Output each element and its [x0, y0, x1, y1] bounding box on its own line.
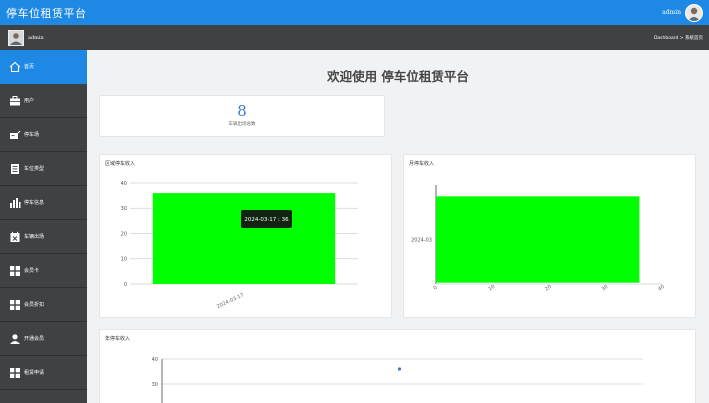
- sidebar-item-home[interactable]: 首页: [0, 50, 87, 84]
- x-tick-label: 20: [544, 284, 553, 293]
- stat-card: 8 车辆出场总数: [99, 95, 385, 137]
- grid-icon: [9, 299, 21, 311]
- grid-icon: [9, 265, 21, 277]
- year-income-chart: 30 40: [152, 357, 643, 403]
- y-tick-label: 30: [152, 382, 158, 388]
- sidebar-item-label: 会员卡: [24, 268, 40, 274]
- avatar-icon: [10, 32, 22, 45]
- page-title: 欢迎使用 停车位租赁平台: [327, 69, 469, 84]
- user-icon: [9, 333, 21, 345]
- sidebar-item-label: 租赁申请: [24, 370, 45, 376]
- sidebar-item-member-card[interactable]: 会员卡: [0, 254, 87, 288]
- month-income-chart: 0 10 20 30 40 2024-03: [411, 185, 666, 293]
- list-icon: [9, 163, 21, 175]
- sidebar-username: admin: [28, 34, 44, 41]
- app-title: 停车位租赁平台: [6, 6, 87, 20]
- sidebar-item-member-discount[interactable]: 会员折扣: [0, 288, 87, 322]
- x-tick-label: 2024-03-17: [216, 292, 245, 310]
- sidebar-item-rental-application[interactable]: 租赁申请: [0, 356, 87, 390]
- scatter-point: [397, 367, 402, 371]
- parking-lot-icon: [9, 129, 21, 141]
- y-tick-label: 2024-03: [411, 237, 432, 243]
- y-tick-label: 20: [121, 231, 127, 237]
- header-username[interactable]: admin: [662, 9, 681, 16]
- user-avatar[interactable]: [685, 3, 703, 22]
- chart-card-month-income: 月停车收入 0 10 20 30 40 2024-03: [403, 154, 696, 318]
- x-tick-label: 0: [432, 285, 438, 292]
- area-income-chart: 0 10 20 30 40 2024-03-17 2024-03-17 : 36: [121, 181, 358, 310]
- chart-card-area-income: 区域停车收入 0 10 20 30 40 2024-03-17 2024-03-17 : 3…: [99, 154, 392, 318]
- sidebar-item-label: 首页: [24, 64, 35, 70]
- top-header: 停车位租赁平台 admin: [0, 0, 709, 25]
- home-icon: [9, 61, 21, 73]
- y-tick-label: 30: [121, 206, 127, 212]
- bar: [152, 193, 336, 284]
- sidebar-item-label: 开通会员: [24, 336, 45, 342]
- stat-label: 车辆出场总数: [228, 122, 256, 127]
- sidebar-item-label: 用户: [24, 98, 35, 104]
- avatar-icon: [688, 7, 700, 21]
- sidebar-item-space-type[interactable]: 车位类型: [0, 152, 87, 186]
- y-tick-label: 0: [124, 282, 127, 288]
- main-content: 欢迎使用 停车位租赁平台 8 车辆出场总数 区域停车收入 0 10 20 30 40 20…: [87, 50, 709, 403]
- sidebar-avatar: [8, 29, 24, 46]
- tooltip-text: 2024-03-17 : 36: [244, 217, 289, 223]
- chart-card-year-income: 年停车收入 30 40: [99, 329, 696, 403]
- stat-value: 8: [237, 102, 247, 120]
- breadcrumb[interactable]: Dashboard > 系统首页: [654, 35, 703, 41]
- sidebar-item-label: 停车信息: [24, 200, 45, 206]
- x-tick-label: 30: [601, 284, 610, 293]
- sidebar-item-label: 停车场: [24, 132, 40, 138]
- sub-header: admin Dashboard > 系统首页: [0, 25, 709, 50]
- sidebar-item-label: 车位类型: [24, 166, 45, 172]
- y-tick-label: 10: [121, 257, 127, 263]
- sidebar-item-open-membership[interactable]: 开通会员: [0, 322, 87, 356]
- x-tick-label: 10: [488, 284, 497, 293]
- sidebar-item-label: 会员折扣: [24, 302, 45, 308]
- grid-icon: [9, 367, 21, 379]
- car-exit-icon: [9, 231, 21, 243]
- sidebar-item-car-exit[interactable]: 车辆出场: [0, 220, 87, 254]
- header-user-area[interactable]: admin: [662, 3, 709, 22]
- briefcase-icon: [9, 95, 21, 107]
- sidebar-item-label: 车辆出场: [24, 234, 45, 240]
- sidebar-item-users[interactable]: 用户: [0, 84, 87, 118]
- bar: [436, 196, 640, 283]
- sidebar-item-parking-info[interactable]: 停车信息: [0, 186, 87, 220]
- sidebar-item-parking-lot[interactable]: 停车场: [0, 118, 87, 152]
- x-tick-label: 40: [657, 284, 666, 293]
- bar-chart-icon: [9, 197, 21, 209]
- y-tick-label: 40: [121, 181, 127, 187]
- y-tick-label: 40: [152, 357, 158, 363]
- sidebar: 首页 用户 停车场 车位类型 停车信息 车辆出场 会员卡 会员折扣 开通会员 租…: [0, 50, 87, 403]
